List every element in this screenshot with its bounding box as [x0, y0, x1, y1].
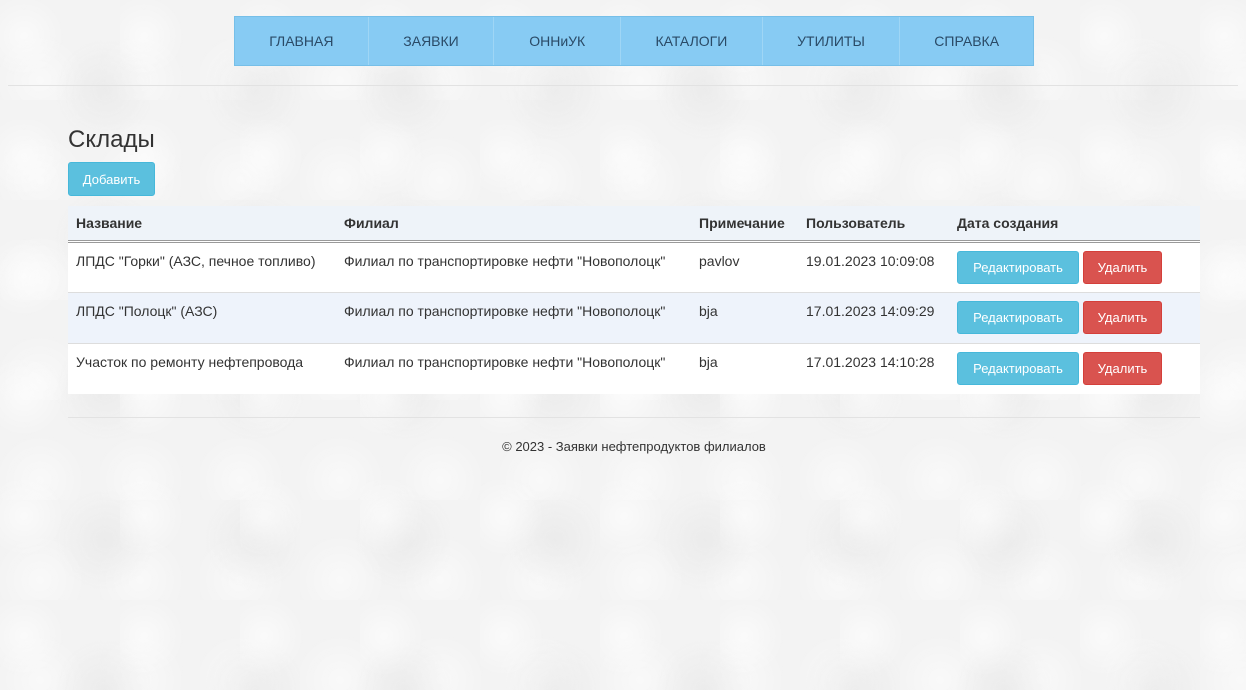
cell-user: 17.01.2023 14:10:28: [798, 342, 949, 394]
cell-branch: Филиал по транспортировке нефти "Новопол…: [336, 342, 691, 394]
nav-item-label: СПРАВКА: [934, 33, 1000, 49]
table-row: Участок по ремонту нефтепровода Филиал п…: [68, 342, 1200, 394]
nav-item-requests[interactable]: ЗАЯВКИ: [369, 17, 495, 65]
cell-actions: Редактировать Удалить: [949, 342, 1200, 394]
cell-actions: Редактировать Удалить: [949, 240, 1200, 292]
cell-name: ЛПДС "Полоцк" (АЗС): [68, 291, 336, 343]
row-actions: Редактировать Удалить: [957, 250, 1192, 284]
footer-divider: [68, 417, 1200, 418]
delete-button[interactable]: Удалить: [1083, 250, 1162, 284]
table-header-row: Название Филиал Примечание Пользователь …: [68, 206, 1200, 243]
cell-branch: Филиал по транспортировке нефти "Новопол…: [336, 240, 691, 292]
nav-item-home[interactable]: ГЛАВНАЯ: [235, 17, 369, 65]
cell-name: Участок по ремонту нефтепровода: [68, 342, 336, 394]
header-name: Название: [68, 206, 336, 243]
cell-name: ЛПДС "Горки" (АЗС, печное топливо): [68, 240, 336, 292]
edit-button[interactable]: Редактировать: [957, 250, 1079, 284]
nav-item-onniuk[interactable]: ОННиУК: [494, 17, 622, 65]
header-branch: Филиал: [336, 206, 691, 243]
cell-actions: Редактировать Удалить: [949, 291, 1200, 343]
table-row: ЛПДС "Полоцк" (АЗС) Филиал по транспорти…: [68, 291, 1200, 343]
cell-branch: Филиал по транспортировке нефти "Новопол…: [336, 291, 691, 343]
row-actions: Редактировать Удалить: [957, 351, 1192, 385]
warehouses-table: Название Филиал Примечание Пользователь …: [68, 206, 1200, 394]
header-user: Пользователь: [798, 206, 949, 243]
row-actions: Редактировать Удалить: [957, 300, 1192, 334]
table-row: ЛПДС "Горки" (АЗС, печное топливо) Филиа…: [68, 240, 1200, 292]
nav-item-label: ОННиУК: [529, 33, 586, 49]
delete-button[interactable]: Удалить: [1083, 300, 1162, 334]
cell-note: bja: [691, 291, 798, 343]
cell-note: bja: [691, 342, 798, 394]
page-title: Склады: [68, 126, 155, 153]
edit-button[interactable]: Редактировать: [957, 300, 1079, 334]
add-button[interactable]: Добавить: [68, 162, 155, 196]
nav-item-utilities[interactable]: УТИЛИТЫ: [763, 17, 901, 65]
nav-item-help[interactable]: СПРАВКА: [900, 17, 1033, 65]
cell-user: 17.01.2023 14:09:29: [798, 291, 949, 343]
edit-button[interactable]: Редактировать: [957, 351, 1079, 385]
nav-item-catalogs[interactable]: КАТАЛОГИ: [621, 17, 763, 65]
delete-button[interactable]: Удалить: [1083, 351, 1162, 385]
nav-item-label: ЗАЯВКИ: [403, 33, 459, 49]
main-navbar: ГЛАВНАЯ ЗАЯВКИ ОННиУК КАТАЛОГИ УТИЛИТЫ С…: [234, 16, 1034, 66]
cell-note: pavlov: [691, 240, 798, 292]
nav-item-label: КАТАЛОГИ: [655, 33, 728, 49]
cell-user: 19.01.2023 10:09:08: [798, 240, 949, 292]
nav-item-label: ГЛАВНАЯ: [269, 33, 334, 49]
header-created-date: Дата создания: [949, 206, 1200, 243]
footer-copyright: © 2023 - Заявки нефтепродуктов филиалов: [502, 439, 766, 454]
header-divider: [8, 85, 1238, 86]
page-frame: ГЛАВНАЯ ЗАЯВКИ ОННиУК КАТАЛОГИ УТИЛИТЫ С…: [8, 8, 1238, 682]
header-note: Примечание: [691, 206, 798, 243]
nav-item-label: УТИЛИТЫ: [797, 33, 865, 49]
